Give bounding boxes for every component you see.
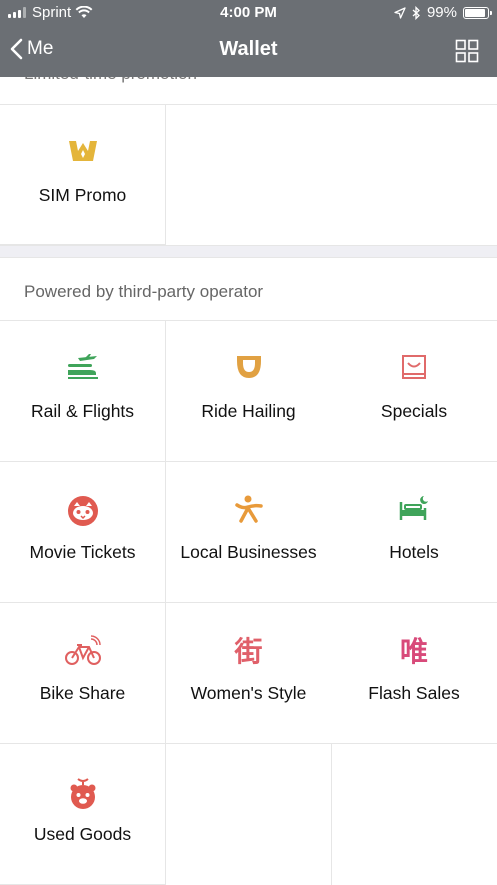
grid-item-rail-flights[interactable]: Rail & Flights (0, 321, 166, 462)
train-plane-icon (67, 354, 98, 379)
status-right-group: 99% (394, 4, 492, 21)
navigation-bar: Me Wallet (0, 26, 497, 77)
bear-face-icon (70, 778, 95, 809)
top-bar: Sprint 4:00 PM 99% Me Wallet (0, 0, 497, 77)
grid-item-label: Hotels (389, 542, 439, 562)
shopping-bag-icon (402, 355, 426, 379)
grid-item-local-businesses[interactable]: Local Businesses (166, 462, 332, 603)
grid-view-icon[interactable] (455, 39, 479, 63)
grid-item-label: Specials (380, 401, 448, 421)
back-button[interactable]: Me (10, 38, 53, 60)
grid-item-movie-tickets[interactable]: Movie Tickets (0, 462, 166, 603)
cat-face-icon (67, 496, 98, 526)
grid-item-bike-share[interactable]: Bike Share (0, 603, 166, 744)
grid-item-hotels[interactable]: Hotels (331, 462, 497, 603)
bike-icon (64, 635, 101, 665)
battery-percent: 99% (426, 4, 457, 21)
back-label: Me (27, 38, 54, 59)
grid-item-specials[interactable]: Specials (331, 321, 497, 462)
status-bar: Sprint 4:00 PM 99% (0, 0, 497, 26)
page-title: Wallet (219, 38, 278, 60)
grid-item-label: Bike Share (39, 683, 126, 703)
grid-item-label: Rail & Flights (30, 401, 135, 421)
section-divider (0, 245, 497, 258)
jie-character-icon: 街 (234, 635, 263, 668)
battery-icon (463, 6, 492, 19)
grid-item-label: Local Businesses (180, 542, 317, 562)
grid-item-womens-style[interactable]: 街 Women's Style (166, 603, 332, 744)
wei-character-icon: 唯 (399, 635, 428, 668)
third-party-section-header: Powered by third-party operator (0, 258, 497, 321)
sim-promo-icon (68, 141, 97, 161)
grid-item-sim-promo[interactable]: SIM Promo (0, 105, 166, 245)
grid-item-label: SIM Promo (38, 185, 127, 205)
grid-item-label: Women's Style (190, 683, 307, 703)
grid-item-label: Flash Sales (368, 683, 460, 703)
chevron-left-icon (10, 38, 23, 60)
grid-item-label: Used Goods (33, 824, 132, 844)
location-arrow-icon (394, 6, 406, 19)
third-party-section-label: Powered by third-party operator (24, 282, 264, 301)
bed-icon (399, 496, 428, 520)
grid-item-label: Ride Hailing (201, 401, 296, 421)
grid-item-used-goods[interactable]: Used Goods (0, 744, 166, 885)
bluetooth-icon (412, 5, 420, 20)
grid-item-ride-hailing[interactable]: Ride Hailing (166, 321, 332, 462)
grid-empty-cell (166, 744, 332, 885)
grid-item-label: Movie Tickets (29, 542, 136, 562)
grid-item-flash-sales[interactable]: 唯 Flash Sales (331, 603, 497, 744)
didi-icon (236, 356, 261, 378)
person-icon (234, 495, 263, 523)
